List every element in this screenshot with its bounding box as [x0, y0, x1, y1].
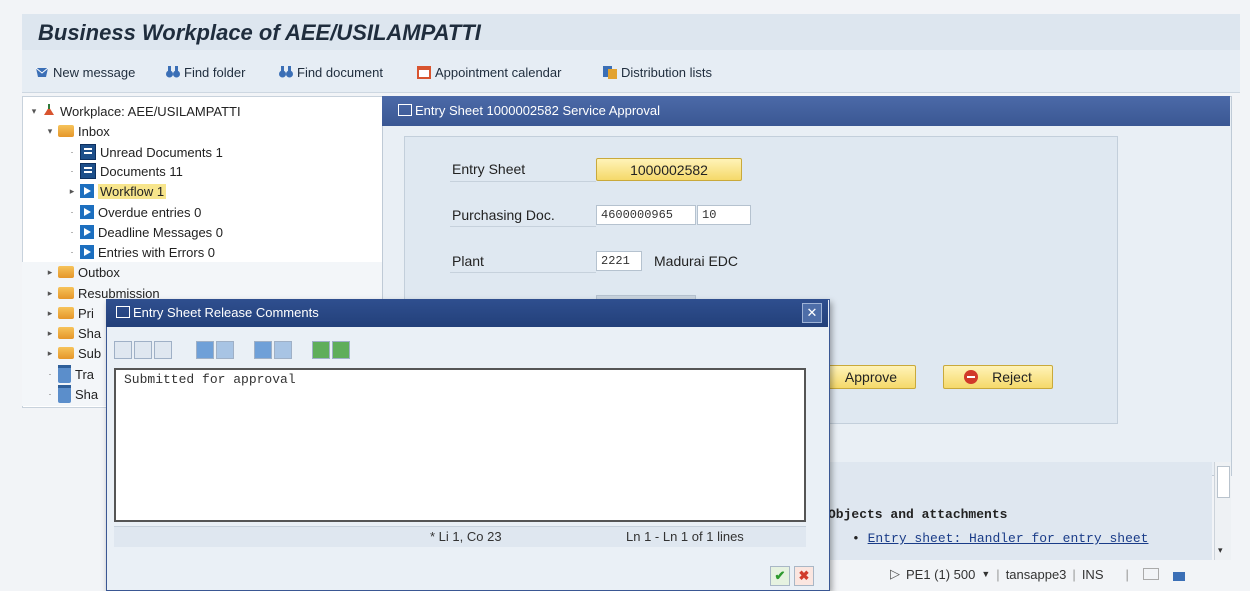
tree-item-errors[interactable]: · Entries with Errors 0 — [68, 242, 216, 262]
comment-editor[interactable]: Submitted for approval — [114, 368, 806, 522]
line-info: Ln 1 - Ln 1 of 1 lines — [626, 529, 744, 544]
system-info: PE1 (1) 500 — [906, 566, 976, 582]
confirm-button[interactable]: ✔ — [770, 566, 790, 586]
tree-item-overdue[interactable]: · Overdue entries 0 — [68, 202, 202, 222]
copy-icon[interactable] — [134, 341, 152, 359]
purchasing-doc-item-field[interactable]: 10 — [697, 205, 751, 225]
cursor-position: * Li 1, Co 23 — [430, 529, 502, 544]
plant-label: Plant — [452, 253, 484, 269]
folder-icon — [58, 347, 74, 359]
folder-icon — [58, 327, 74, 339]
workflow-icon — [80, 205, 94, 219]
expand-arrow-icon[interactable]: ▸ — [68, 186, 76, 197]
expand-arrow-icon[interactable]: ▸ — [46, 348, 54, 359]
tree-item-subscribed[interactable]: ▸ Sub — [46, 343, 101, 363]
expand-arrow-icon[interactable]: ▾ — [46, 126, 54, 137]
system-dropdown-icon[interactable]: ▼ — [981, 569, 990, 579]
editor-status: * Li 1, Co 23 Ln 1 - Ln 1 of 1 lines — [114, 526, 806, 547]
plant-name: Madurai EDC — [654, 253, 739, 269]
tree-item-unread[interactable]: · Unread Documents 1 — [68, 142, 223, 162]
window-icon — [116, 306, 130, 318]
binoculars-icon — [165, 64, 181, 80]
tree-root[interactable]: ▾ Workplace: AEE/USILAMPATTI — [30, 101, 241, 121]
workplace-icon — [42, 103, 56, 120]
workflow-icon — [80, 184, 94, 198]
cut-icon[interactable] — [114, 341, 132, 359]
paste-icon[interactable] — [154, 341, 172, 359]
expand-arrow-icon[interactable]: ▸ — [46, 328, 54, 339]
tree-item-private[interactable]: ▸ Pri — [46, 303, 94, 323]
user-info: tansappe3 — [1005, 566, 1067, 582]
close-icon[interactable]: ✕ — [802, 303, 822, 323]
attachment-entry: • Entry sheet: Handler for entry sheet — [852, 531, 1149, 546]
calendar-icon — [416, 64, 432, 80]
vertical-scrollbar[interactable]: ▾ — [1214, 462, 1231, 560]
page-title: Business Workplace of AEE/USILAMPATTI — [38, 20, 481, 45]
entry-sheet-panel-title: Entry Sheet 1000002582 Service Approval — [398, 103, 660, 118]
upload-icon[interactable] — [312, 341, 330, 359]
find-document-button[interactable]: Find document — [278, 62, 383, 82]
document-icon — [80, 144, 96, 160]
appointment-calendar-button[interactable]: Appointment calendar — [416, 62, 561, 82]
find-next-icon[interactable] — [274, 341, 292, 359]
approve-button[interactable]: Approve — [826, 365, 916, 389]
expand-arrow-icon[interactable]: ▸ — [46, 288, 54, 299]
objects-heading: Objects and attachments — [828, 507, 1008, 522]
undo-icon[interactable] — [196, 341, 214, 359]
binoculars-icon — [278, 64, 294, 80]
folder-icon — [58, 125, 74, 137]
new-message-button[interactable]: New message — [34, 62, 135, 82]
workflow-icon — [80, 245, 94, 259]
entry-sheet-label: Entry Sheet — [452, 161, 526, 177]
reject-button[interactable]: Reject — [943, 365, 1053, 389]
lock-icon[interactable] — [1172, 571, 1185, 581]
cancel-icon: ✖ — [798, 568, 810, 583]
entry-sheet-field[interactable]: 1000002582 — [596, 158, 742, 181]
find-folder-button[interactable]: Find folder — [165, 62, 245, 82]
download-icon[interactable] — [332, 341, 350, 359]
tree-item-shared[interactable]: ▸ Sha — [46, 323, 101, 343]
entry-sheet-link[interactable]: Entry sheet: Handler for entry sheet — [868, 531, 1149, 546]
folder-icon — [58, 266, 74, 278]
tree-item-shared-trash[interactable]: · Sha — [46, 384, 98, 404]
document-icon — [80, 163, 96, 179]
distribution-list-icon — [602, 64, 618, 80]
expand-arrow-icon[interactable]: ▾ — [30, 106, 38, 117]
purchasing-doc-label: Purchasing Doc. — [452, 207, 555, 223]
distribution-lists-button[interactable]: Distribution lists — [602, 62, 712, 82]
plant-field[interactable]: 2221 — [596, 251, 642, 271]
folder-icon — [58, 307, 74, 319]
tree-item-documents[interactable]: · Documents 11 — [68, 161, 183, 181]
scrollbar-thumb[interactable] — [1217, 466, 1230, 498]
dialog-title: Entry Sheet Release Comments — [116, 305, 319, 320]
expand-arrow-icon[interactable]: ▸ — [46, 267, 54, 278]
tree-item-outbox[interactable]: ▸ Outbox — [46, 262, 120, 282]
trash-icon — [58, 365, 71, 383]
tree-item-trash[interactable]: · Tra — [46, 364, 94, 384]
new-message-icon — [34, 64, 50, 80]
system-status: ▷ PE1 (1) 500 ▼ | tansappe3 | INS | — [890, 566, 1185, 582]
reject-icon — [964, 370, 979, 384]
window-icon — [398, 104, 412, 116]
find-icon[interactable] — [254, 341, 272, 359]
folder-icon — [58, 287, 74, 299]
connection-icon[interactable] — [1142, 568, 1159, 580]
input-mode: INS — [1081, 566, 1104, 582]
tree-item-inbox[interactable]: ▾ Inbox — [46, 121, 110, 141]
checkmark-icon: ✔ — [774, 568, 786, 583]
trash-icon — [58, 385, 71, 403]
scroll-down-icon[interactable]: ▾ — [1218, 545, 1223, 556]
tree-item-deadline[interactable]: · Deadline Messages 0 — [68, 222, 224, 242]
purchasing-doc-field[interactable]: 4600000965 — [596, 205, 696, 225]
tree-item-workflow[interactable]: ▸ Workflow 1 — [68, 181, 167, 201]
status-toggle-icon[interactable]: ▷ — [890, 566, 900, 582]
workflow-icon — [80, 225, 94, 239]
cancel-button[interactable]: ✖ — [794, 566, 814, 586]
redo-icon[interactable] — [216, 341, 234, 359]
expand-arrow-icon[interactable]: ▸ — [46, 308, 54, 319]
